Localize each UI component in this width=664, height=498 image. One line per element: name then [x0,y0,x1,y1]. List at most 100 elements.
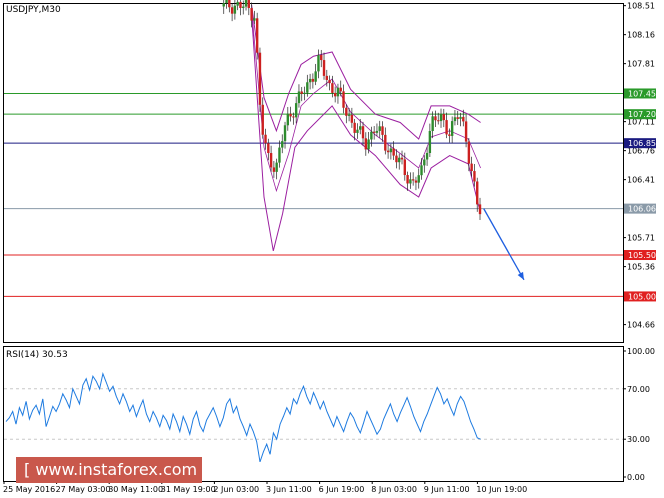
time-tick-label: 8 Jun 03:00 [371,485,417,494]
candle-body [464,121,468,142]
price-tick-label: 108.51 [627,2,655,11]
watermark-banner: [ www.instaforex.com ] [16,457,208,483]
candle-body [222,3,225,7]
candle-body [225,0,228,4]
price-tick-label: 107.81 [627,60,655,69]
candle-body [345,107,348,116]
level-label-105.00: 105.00 [628,292,656,301]
candle-body [395,155,398,163]
candle-body [239,1,242,8]
candle-body [297,91,301,104]
candle-body [230,7,234,14]
candle-body [308,78,312,83]
candle-body [253,18,256,21]
symbol-label: USDJPY,M30 [6,5,61,15]
candle-body [400,157,404,160]
candle-body [336,87,340,97]
candle-body [456,117,459,119]
price-panel: USDJPY,M30 104.66105.01105.36105.71106.0… [3,0,656,343]
candle-body [306,82,309,93]
candle-body [244,0,248,7]
level-label-107.45: 107.45 [628,89,656,98]
candle-body [439,114,443,122]
candle-body [314,71,317,82]
candle-body [342,91,345,108]
candle-body [462,116,465,122]
candle-body [381,126,384,135]
candle-body [392,148,395,156]
candle-body [386,150,390,153]
time-tick-label: 25 May 2016 [3,485,55,494]
candle-body [389,148,393,153]
candle-body [333,92,337,97]
time-tick-label: 6 Jun 19:00 [319,485,365,494]
price-panel-frame [3,3,624,343]
candle-body [272,167,276,172]
time-tick-label: 2 Jun 03:00 [213,485,259,494]
candle-body [317,55,320,72]
time-tick-label: 30 May 11:00 [108,485,163,494]
time-tick-label: 10 Jun 19:00 [476,485,527,494]
candle-body [331,83,334,93]
candle-body [417,175,420,183]
level-label-107.20: 107.20 [628,110,656,119]
candle-body [448,134,451,136]
candle-body [242,6,245,8]
candle-body [445,120,448,135]
time-tick-label: 31 May 19:00 [161,485,216,494]
level-label-106.85: 106.85 [628,139,656,148]
candle-body [398,157,401,163]
candle-body [437,120,440,122]
price-tick-label: 104.66 [627,321,655,330]
candle-body [339,87,342,92]
candle-body [294,103,298,118]
candle-body [250,8,253,21]
candle-body [370,131,373,140]
candle-body [320,55,323,61]
candle-body [281,141,284,148]
price-tick-label: 105.36 [627,263,655,272]
candle-body [264,134,267,144]
candle-body [420,165,423,176]
candle-body [289,113,292,117]
rsi-title: RSI(14) 30.53 [6,350,68,360]
candle-body [453,117,457,122]
candle-body [476,181,479,205]
candle-body [403,159,407,176]
candle-body [261,104,264,135]
candle-body [470,163,473,172]
candle-body [311,78,315,82]
candle-body [228,0,231,8]
candle-body [478,204,482,215]
price-tick-label: 108.16 [627,31,655,40]
candle-body [303,92,306,94]
time-tick-label: 27 May 03:00 [56,485,111,494]
candle-body [406,175,409,184]
candle-body [473,171,476,182]
price-tick-label: 105.71 [627,234,655,243]
candle-body [364,138,368,150]
candle-body [328,80,331,84]
candle-body [286,113,290,126]
candle-body [258,52,262,105]
candle-body [275,162,278,172]
rsi-tick-label: 70.00 [627,385,650,394]
candle-body [325,75,329,81]
candle-body [353,122,356,133]
candle-body [372,131,376,133]
time-tick-label: 9 Jun 11:00 [424,485,470,494]
candle-body [255,18,259,53]
candle-body [350,114,354,123]
candle-body [378,126,381,131]
candle-body [283,125,287,142]
candle-body [411,179,415,181]
candle-body [467,141,471,164]
candle-body [431,116,434,131]
candle-body [442,114,445,121]
candle-body [269,153,273,168]
candle-body [409,179,412,184]
rsi-tick-label: 0.00 [627,473,645,482]
candle-body [292,116,295,118]
price-tick-label: 106.41 [627,176,655,185]
candle-body [367,139,370,150]
